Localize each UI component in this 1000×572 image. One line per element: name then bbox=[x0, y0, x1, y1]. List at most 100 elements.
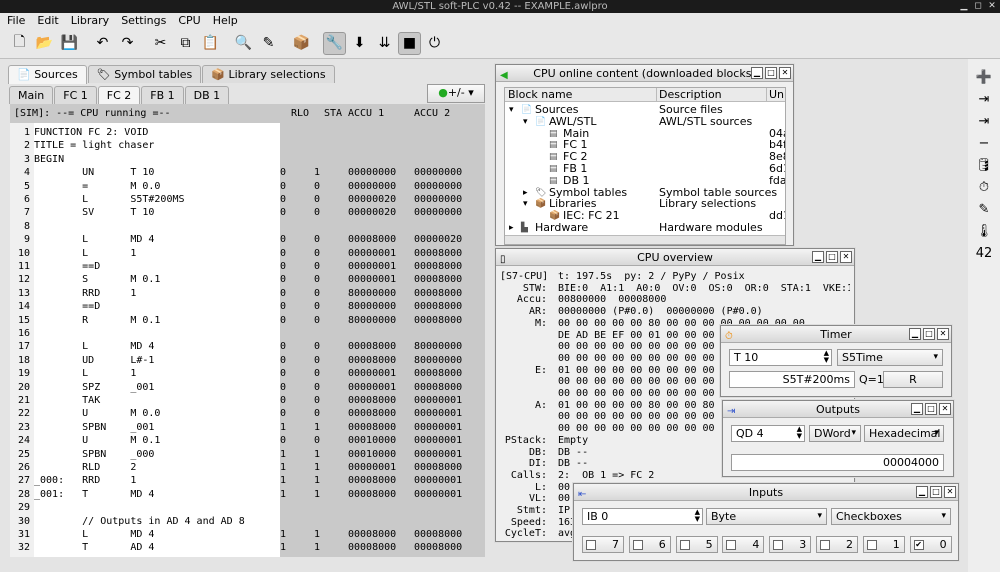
minimize-icon[interactable]: ▁ bbox=[958, 0, 970, 12]
lcd-icon[interactable]: 42 bbox=[974, 244, 994, 263]
minimize-icon[interactable]: ▁ bbox=[911, 403, 923, 415]
input-bit-checkbox[interactable]: ✔ 0 bbox=[909, 536, 952, 553]
maximize-icon[interactable]: □ bbox=[925, 403, 937, 415]
code-line[interactable]: 2 TITLE = light chaser bbox=[10, 139, 485, 152]
code-line[interactable]: 21 TAK 0 0 00008000 00000001 bbox=[10, 394, 485, 407]
input-bit-checkbox[interactable]: 6 bbox=[628, 536, 671, 553]
tree-row[interactable]: ▾ 📦 Libraries Library selections bbox=[505, 198, 785, 210]
tree-row[interactable]: ▸ ▙ Hardware Hardware modules bbox=[505, 222, 785, 234]
spin-arrows-icon[interactable]: ▲ ▼ bbox=[797, 426, 802, 440]
minimize-icon[interactable]: ▁ bbox=[909, 328, 921, 340]
code-line[interactable]: 19 L 1 0 0 00000001 00008000 bbox=[10, 367, 485, 380]
run-icon[interactable]: ⏻ bbox=[423, 32, 446, 55]
close-icon[interactable]: ✕ bbox=[986, 0, 998, 12]
tree-row[interactable]: ▤FC 28e8b bbox=[505, 151, 785, 163]
subtab-fc2[interactable]: FC 2 bbox=[97, 86, 141, 105]
code-line[interactable]: 1 FUNCTION FC 2: VOID bbox=[10, 126, 485, 139]
close-icon[interactable]: ✕ bbox=[939, 403, 951, 415]
close-icon[interactable]: ✕ bbox=[779, 67, 791, 79]
code-line[interactable]: 18 UD L#-1 0 0 00008000 80000000 bbox=[10, 354, 485, 367]
tree-row[interactable]: ▤ DB 1 fda8 bbox=[505, 174, 785, 187]
diagnostics-icon[interactable]: 🔧 bbox=[323, 31, 346, 55]
add-state-icon[interactable]: ➕ bbox=[974, 68, 994, 87]
timer-reset-button[interactable]: R bbox=[883, 371, 943, 388]
expand-arrow-icon[interactable]: ▸ bbox=[523, 187, 528, 199]
copy-icon[interactable]: ⧉ bbox=[174, 32, 197, 55]
code-line[interactable]: 5 = M 0.0 0 0 00000000 00000000 bbox=[10, 180, 485, 193]
thermometer-icon[interactable]: 🌡 bbox=[974, 222, 994, 241]
output-value-field[interactable]: 00004000 bbox=[731, 454, 944, 471]
subtab-fb1[interactable]: FB 1 bbox=[141, 86, 184, 104]
code-line[interactable]: 3 BEGIN bbox=[10, 153, 485, 166]
close-icon[interactable]: ✕ bbox=[944, 486, 956, 498]
maximize-icon[interactable]: □ bbox=[923, 328, 935, 340]
input-format-select[interactable]: Checkboxes bbox=[831, 508, 951, 525]
cut-icon[interactable]: ✂ bbox=[149, 32, 172, 55]
menu-library[interactable]: Library bbox=[71, 13, 109, 28]
col-description[interactable]: Description bbox=[656, 88, 722, 102]
save-icon[interactable]: 💾 bbox=[58, 32, 81, 55]
tree-row[interactable]: ▾ 📄 AWL/STL AWL/STL sources bbox=[505, 115, 785, 128]
code-line[interactable]: 11 ==D 0 0 00000001 00008000 bbox=[10, 260, 485, 273]
minimize-icon[interactable]: ▁ bbox=[812, 251, 824, 263]
input-bit-checkbox[interactable]: 3 bbox=[769, 536, 812, 553]
timer-type-select[interactable]: S5Time bbox=[837, 349, 943, 366]
download-single-icon[interactable]: ⇊ bbox=[373, 32, 396, 55]
paste-icon[interactable]: 📋 bbox=[199, 32, 222, 55]
spin-arrows-icon[interactable]: ▲ ▼ bbox=[824, 350, 829, 364]
expand-arrow-icon[interactable]: ▾ bbox=[523, 116, 528, 128]
code-line[interactable]: 13 RRD 1 0 0 80000000 00008000 bbox=[10, 287, 485, 300]
checkbox-icon[interactable] bbox=[679, 540, 690, 550]
input-width-select[interactable]: Byte bbox=[706, 508, 827, 525]
code-line[interactable]: 9 L MD 4 0 0 00008000 00000020 bbox=[10, 233, 485, 246]
output-format-select[interactable]: Hexadecimal bbox=[864, 425, 944, 442]
maximize-icon[interactable]: □ bbox=[765, 67, 777, 79]
watch-icon[interactable]: ⇥ bbox=[974, 90, 994, 109]
subtab-db1[interactable]: DB 1 bbox=[184, 86, 230, 104]
code-line[interactable]: 22 U M 0.0 0 0 00008000 00000001 bbox=[10, 407, 485, 420]
tab-symbol-tables[interactable]: 🏷 Symbol tables bbox=[87, 65, 202, 83]
expand-arrow-icon[interactable]: ▾ bbox=[509, 104, 514, 116]
checkbox-icon[interactable]: ✔ bbox=[913, 540, 924, 550]
add-remove-source-button[interactable]: ●+/- ▾ bbox=[427, 84, 485, 103]
menu-cpu[interactable]: CPU bbox=[178, 13, 200, 28]
checkbox-icon[interactable] bbox=[586, 540, 596, 550]
insert-icon[interactable]: ⇥ bbox=[974, 112, 994, 131]
code-line[interactable]: 27 _000: RRD 1 1 1 00008000 00000001 bbox=[10, 474, 485, 487]
code-line[interactable]: 23 SPBN _001 1 1 00008000 00000001 bbox=[10, 421, 485, 434]
edit-icon[interactable]: ✎ bbox=[974, 200, 994, 219]
open-icon[interactable]: 📂 bbox=[33, 32, 56, 55]
code-line[interactable]: 30 // Outputs in AD 4 and AD 8 bbox=[10, 515, 485, 528]
maximize-icon[interactable]: □ bbox=[930, 486, 942, 498]
timer-number-spinbox[interactable]: T 10 ▲ ▼ bbox=[729, 349, 832, 366]
checkbox-icon[interactable] bbox=[773, 540, 784, 550]
download-icon[interactable]: ⬇ bbox=[348, 32, 371, 55]
input-bit-checkbox[interactable]: 5 bbox=[675, 536, 718, 553]
code-line[interactable]: 7 SV T 10 0 0 00000020 00000000 bbox=[10, 206, 485, 219]
tree-row[interactable]: ▤FC 1b4f2 bbox=[505, 139, 785, 151]
tab-sources[interactable]: 📄 Sources bbox=[8, 65, 87, 84]
code-line[interactable]: 29 bbox=[10, 501, 485, 514]
code-line[interactable]: 12 S M 0.1 0 0 00000001 00008000 bbox=[10, 273, 485, 286]
checkbox-icon[interactable] bbox=[866, 540, 877, 550]
database-icon[interactable]: 🛢 bbox=[974, 156, 994, 175]
minimize-icon[interactable]: ▁ bbox=[916, 486, 928, 498]
code-line[interactable]: 31 L MD 4 1 1 00008000 00008000 bbox=[10, 528, 485, 541]
code-line[interactable]: 8 bbox=[10, 220, 485, 233]
col-block-name[interactable]: Block name bbox=[508, 88, 572, 102]
maximize-icon[interactable]: □ bbox=[826, 251, 838, 263]
subtab-fc1[interactable]: FC 1 bbox=[54, 86, 97, 104]
new-icon[interactable]: 🗋 bbox=[8, 32, 31, 55]
close-icon[interactable]: ✕ bbox=[840, 251, 852, 263]
spin-arrows-icon[interactable]: ▲ ▼ bbox=[695, 509, 700, 523]
expand-arrow-icon[interactable]: ▾ bbox=[523, 198, 528, 210]
subtab-main[interactable]: Main bbox=[9, 86, 54, 104]
checkbox-icon[interactable] bbox=[726, 540, 737, 550]
maximize-icon[interactable]: ◻ bbox=[972, 0, 984, 12]
close-icon[interactable]: ✕ bbox=[937, 328, 949, 340]
code-editor[interactable]: [SIM]: --= CPU running =-- RLO STA ACCU … bbox=[10, 104, 485, 557]
tree-row[interactable]: ▤FB 16d16 bbox=[505, 163, 785, 175]
checkbox-icon[interactable] bbox=[820, 540, 830, 550]
code-line[interactable]: 15 R M 0.1 0 0 80000000 00008000 bbox=[10, 314, 485, 327]
remove-icon[interactable]: − bbox=[974, 134, 994, 153]
